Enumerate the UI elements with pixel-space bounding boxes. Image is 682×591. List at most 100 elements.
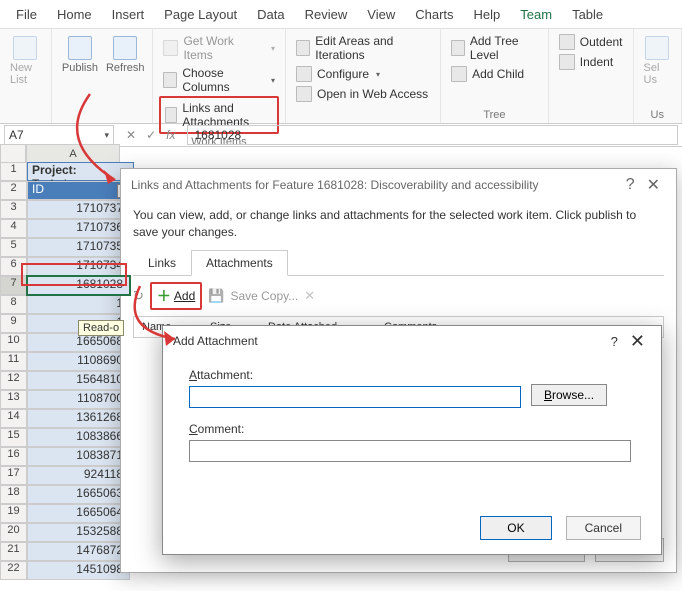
add-attachment-dialog: Add Attachment ? ✕ Attachment: Browse...…	[162, 325, 662, 555]
tab-links[interactable]: Links	[133, 250, 191, 276]
row-header[interactable]: 2	[0, 181, 27, 200]
cell[interactable]: 1564810	[27, 371, 130, 390]
menu-team[interactable]: Team	[510, 5, 562, 24]
cell[interactable]: 1108690	[27, 352, 130, 371]
edit-areas-button[interactable]: Edit Areas and Iterations	[292, 32, 434, 64]
menu-home[interactable]: Home	[47, 5, 102, 24]
comment-label: Comment:	[189, 422, 635, 436]
add-tree-level-button[interactable]: Add Tree Level	[447, 32, 542, 64]
readonly-tooltip: Read-o	[78, 320, 124, 336]
name-box[interactable]: A7	[4, 125, 114, 145]
row-header[interactable]: 13	[0, 390, 27, 409]
row-header[interactable]: 16	[0, 447, 27, 466]
row-header[interactable]: 21	[0, 542, 27, 561]
cell[interactable]: 1451098	[27, 561, 130, 580]
row-header[interactable]: 6	[0, 257, 27, 276]
cell[interactable]: 1083871	[27, 447, 130, 466]
cell-header[interactable]: ID▾	[27, 181, 134, 200]
save-copy-button: Save Copy...	[230, 289, 298, 303]
tree-icon	[451, 40, 465, 56]
row-header[interactable]: 18	[0, 485, 27, 504]
cell[interactable]: 1532588	[27, 523, 130, 542]
menu-table[interactable]: Table	[562, 5, 613, 24]
dialog2-title: Add Attachment	[173, 334, 258, 348]
fx-icon[interactable]: fx	[166, 128, 175, 142]
column-header-a[interactable]: A	[26, 144, 120, 164]
cancel-icon[interactable]: ✕	[126, 128, 136, 142]
row-header[interactable]: 14	[0, 409, 27, 428]
row-header[interactable]: 11	[0, 352, 27, 371]
tree-group-label: Tree	[447, 107, 542, 121]
menu-help[interactable]: Help	[464, 5, 511, 24]
menubar: FileHomeInsertPage LayoutDataReviewViewC…	[0, 0, 682, 29]
gear-icon	[296, 66, 312, 82]
outdent-button[interactable]: Outdent	[555, 32, 627, 52]
row-header[interactable]: 5	[0, 238, 27, 257]
select-all-corner[interactable]	[0, 144, 26, 164]
row-header[interactable]: 19	[0, 504, 27, 523]
refresh-button[interactable]: Refresh	[102, 32, 149, 78]
row-header[interactable]: 22	[0, 561, 27, 580]
open-web-button[interactable]: Open in Web Access	[292, 84, 434, 104]
cell[interactable]: 1710737	[27, 200, 130, 219]
row-header[interactable]: 17	[0, 466, 27, 485]
row-header[interactable]: 12	[0, 371, 27, 390]
row-header[interactable]: 20	[0, 523, 27, 542]
cell[interactable]: 1681028	[27, 276, 130, 295]
cell[interactable]: 1665064	[27, 504, 130, 523]
indent-button[interactable]: Indent	[555, 52, 627, 72]
row-header[interactable]: 4	[0, 219, 27, 238]
menu-charts[interactable]: Charts	[405, 5, 463, 24]
cell[interactable]: 924118	[27, 466, 130, 485]
menu-file[interactable]: File	[6, 5, 47, 24]
cell[interactable]: 1083866	[27, 428, 130, 447]
cancel-button[interactable]: Cancel	[566, 516, 641, 540]
web-icon	[296, 86, 312, 102]
row-header[interactable]: 8	[0, 295, 27, 314]
cell[interactable]: Project: Technica	[27, 162, 134, 181]
help-button-2[interactable]: ?	[605, 334, 624, 349]
dialog-title: Links and Attachments for Feature 168102…	[131, 178, 539, 192]
row-header[interactable]: 15	[0, 428, 27, 447]
menu-view[interactable]: View	[357, 5, 405, 24]
row-header[interactable]: 10	[0, 333, 27, 352]
add-attachment-button[interactable]: ＋Add	[150, 282, 202, 310]
menu-data[interactable]: Data	[247, 5, 294, 24]
refresh-icon[interactable]: ↻	[133, 288, 144, 304]
cell[interactable]: 1361268	[27, 409, 130, 428]
child-icon	[451, 66, 467, 82]
publish-button[interactable]: Publish	[58, 32, 102, 78]
choose-columns-button[interactable]: Choose Columns	[159, 64, 279, 96]
cell[interactable]: 1710736	[27, 219, 130, 238]
close-icon-2[interactable]: ✕	[624, 331, 651, 352]
outdent-icon	[559, 34, 575, 50]
attachment-input[interactable]	[189, 386, 521, 408]
row-header[interactable]: 3	[0, 200, 27, 219]
cell[interactable]: 1	[27, 295, 130, 314]
menu-page-layout[interactable]: Page Layout	[154, 5, 247, 24]
help-button[interactable]: ?	[620, 176, 641, 194]
formula-input[interactable]: 1681028	[187, 125, 678, 145]
link-icon	[165, 107, 178, 123]
cell[interactable]: 1710735	[27, 238, 130, 257]
menu-review[interactable]: Review	[295, 5, 358, 24]
row-header[interactable]: 9	[0, 314, 27, 333]
comment-input[interactable]	[189, 440, 631, 462]
configure-button[interactable]: Configure	[292, 64, 434, 84]
row-header[interactable]: 1	[0, 162, 27, 181]
add-child-button[interactable]: Add Child	[447, 64, 542, 84]
cell[interactable]: 1108700	[27, 390, 130, 409]
browse-button[interactable]: Browse...	[531, 384, 607, 406]
menu-insert[interactable]: Insert	[102, 5, 155, 24]
cell[interactable]: 1476872	[27, 542, 130, 561]
row-header[interactable]: 7	[0, 276, 27, 295]
new-list-button: New List	[6, 32, 45, 90]
cell[interactable]: 1710734	[27, 257, 130, 276]
tab-attachments[interactable]: Attachments	[191, 250, 288, 276]
close-icon[interactable]: ✕	[641, 175, 666, 195]
enter-icon[interactable]: ✓	[146, 128, 156, 142]
get-work-items-button[interactable]: Get Work Items	[159, 32, 279, 64]
indent-icon	[559, 54, 575, 70]
ok-button[interactable]: OK	[480, 516, 551, 540]
cell[interactable]: 1665063	[27, 485, 130, 504]
